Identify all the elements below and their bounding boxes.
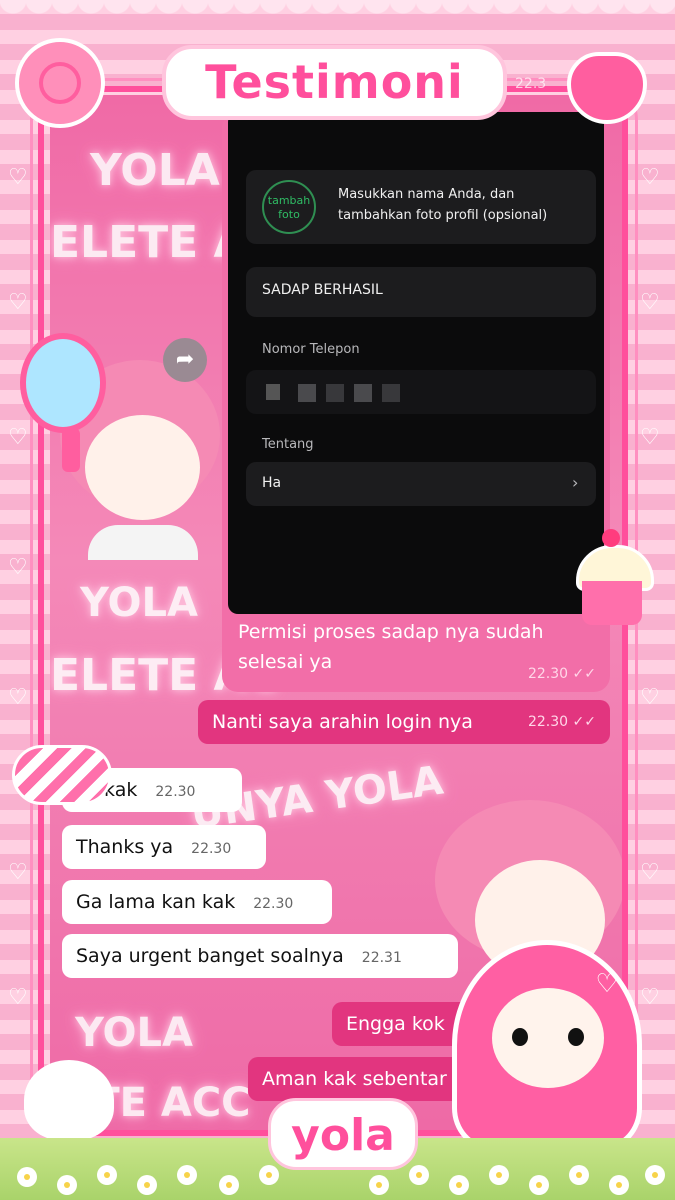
flower-icon [100, 1168, 114, 1182]
flower-icon [372, 1178, 386, 1192]
heart-icon: ♡ [640, 985, 660, 1010]
about-field: Ha › [246, 462, 596, 506]
heart-icon: ♡ [8, 425, 28, 450]
heart-icon: ♡ [8, 985, 28, 1010]
heart-icon: ♡ [640, 685, 660, 710]
message-time: 22.30 ✓✓ [527, 666, 596, 682]
heart-icon: ♡ [8, 860, 28, 885]
flower-icon [140, 1178, 154, 1192]
heart-icon: ♡ [640, 165, 660, 190]
flower-icon [262, 1168, 276, 1182]
swan-icon [24, 1060, 114, 1140]
flower-icon [612, 1178, 626, 1192]
about-value: Ha [262, 475, 282, 491]
name-field: SADAP BERHASIL [246, 267, 596, 317]
message-text: Nanti saya arahin login nya [212, 711, 473, 733]
flower-icon [180, 1168, 194, 1182]
mirror-icon [20, 333, 106, 433]
flower-icon [572, 1168, 586, 1182]
double-check-icon: ✓✓ [572, 666, 596, 682]
flower-icon [412, 1168, 426, 1182]
message-time: 22.31 [361, 950, 402, 966]
candy-icon [12, 745, 112, 805]
image-message[interactable]: tambah foto Masukkan nama Anda, dan tamb… [222, 112, 610, 692]
message-time: 22.30 ✓✓ [527, 714, 596, 730]
flower-icon [60, 1178, 74, 1192]
heart-icon: ♡ [640, 860, 660, 885]
heart-icon: ♡ [8, 290, 28, 315]
phone-label: Nomor Telepon [262, 342, 360, 357]
message-time: 22.30 [253, 896, 294, 912]
profile-hint: Masukkan nama Anda, dan tambahkan foto p… [338, 187, 548, 223]
message-text: Engga kok [346, 1013, 445, 1035]
hijab-girl-sticker: ♡ [452, 940, 642, 1150]
message-bubble-in[interactable]: Saya urgent banget soalnya 22.31 [62, 934, 458, 978]
flower-icon [648, 1168, 662, 1182]
message-text: Saya urgent banget soalnya [76, 945, 344, 967]
flower-icon [20, 1170, 34, 1184]
chevron-right-icon: › [572, 473, 579, 492]
message-bubble-in[interactable]: Thanks ya 22.30 [62, 825, 266, 869]
about-label: Tentang [262, 437, 314, 452]
top-time: 22.3 [515, 76, 547, 92]
message-text: Thanks ya [76, 836, 174, 858]
mirror-handle [62, 428, 80, 472]
flower-icon [222, 1178, 236, 1192]
heart-icon: ♡ [640, 425, 660, 450]
name-value: SADAP BERHASIL [262, 282, 383, 298]
message-bubble-out[interactable]: Nanti saya arahin login nya 22.30 ✓✓ [198, 700, 610, 744]
message-time: 22.30 [191, 841, 232, 857]
message-time: 22.30 [155, 784, 196, 800]
message-bubble-in[interactable]: Ga lama kan kak 22.30 [62, 880, 332, 924]
cupcake-icon [570, 525, 654, 630]
rose-icon [15, 38, 105, 128]
page-title: Testimoni [162, 45, 507, 120]
heart-icon: ♡ [8, 165, 28, 190]
phone-screenshot: tambah foto Masukkan nama Anda, dan tamb… [228, 112, 604, 614]
heart-icon: ♡ [640, 290, 660, 315]
heart-icon: ♡ [8, 685, 28, 710]
flower-icon [532, 1178, 546, 1192]
flower-icon [452, 1178, 466, 1192]
scallop-border [0, 0, 675, 26]
heart-icon: ♡ [595, 969, 619, 999]
phone-number-field [246, 370, 596, 414]
heart-icon: ♡ [8, 555, 28, 580]
flower-icon [492, 1168, 506, 1182]
message-text: Ga lama kan kak [76, 891, 236, 913]
profile-row: tambah foto Masukkan nama Anda, dan tamb… [246, 170, 596, 244]
add-photo-avatar: tambah foto [262, 180, 316, 234]
footer-name: yola [268, 1098, 418, 1170]
message-text: Aman kak sebentar [262, 1068, 447, 1090]
